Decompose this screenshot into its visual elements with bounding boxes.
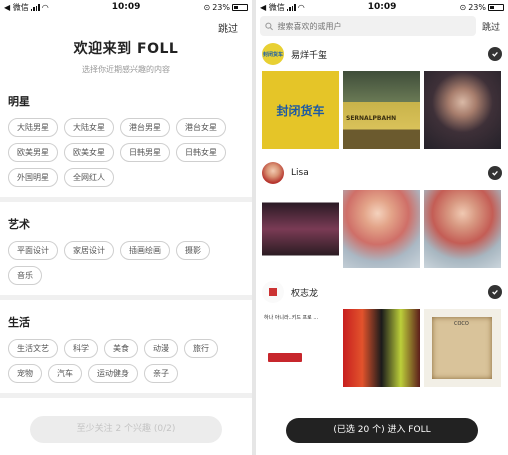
signal-icon (286, 3, 296, 11)
interest-chip[interactable]: 大陆女星 (64, 118, 114, 137)
user-card: 封闭货车 易烊千玺 封闭货车 SERNALPBAHN (256, 41, 508, 149)
skip-button[interactable]: 跳过 (218, 20, 238, 35)
interest-chip[interactable]: 运动健身 (88, 364, 138, 383)
interest-chip[interactable]: 日韩男星 (120, 143, 170, 162)
section-divider (0, 197, 252, 202)
interest-chip[interactable]: 生活文艺 (8, 339, 58, 358)
user-name: 权志龙 (291, 288, 319, 299)
section-stars: 明星 大陆男星 大陆女星 港台男星 港台女星 欧美男星 欧美女星 日韩男星 日韩… (0, 93, 252, 187)
carrier-label: ◀ 微信 (4, 2, 29, 12)
battery-icon (487, 3, 504, 11)
user-card: 权志龙 하나 아니라..키드 프로 ... COCO (256, 279, 508, 387)
chip-list: 生活文艺 科学 美食 动漫 旅行 宠物 汽车 运动健身 亲子 (8, 339, 244, 383)
interest-chip[interactable]: 汽车 (48, 364, 82, 383)
interest-chip[interactable]: 宠物 (8, 364, 42, 383)
avatar: 封闭货车 (262, 43, 284, 65)
interest-chip[interactable]: 全网红人 (64, 168, 114, 187)
interest-chip[interactable]: 平面设计 (8, 241, 58, 260)
section-divider (0, 393, 252, 398)
interest-chip[interactable]: 欧美女星 (64, 143, 114, 162)
photo-row: 封闭货车 SERNALPBAHN (262, 71, 502, 149)
interest-chip[interactable]: 旅行 (184, 339, 218, 358)
interest-chip[interactable]: 外国明星 (8, 168, 58, 187)
section-title: 生活 (8, 316, 30, 329)
photo-row: 하나 아니라..키드 프로 ... COCO (262, 309, 502, 387)
interest-chip[interactable]: 日韩女星 (176, 143, 226, 162)
section-title: 艺术 (8, 218, 30, 231)
section-life: 生活 生活文艺 科学 美食 动漫 旅行 宠物 汽车 运动健身 亲子 (0, 314, 252, 383)
chip-list: 平面设计 家居设计 插画绘画 摄影 音乐 (8, 241, 244, 285)
wifi-icon: ◠ (41, 2, 49, 12)
interest-chip[interactable]: 亲子 (144, 364, 178, 383)
battery-icon (231, 3, 248, 11)
photo-caption: COCO (454, 321, 469, 327)
interest-chip[interactable]: 大陆男星 (8, 118, 58, 137)
selected-check-icon[interactable] (488, 285, 502, 299)
status-bar: ◀ 微信 ◠ 10:09 ⊙ 23% (256, 0, 508, 14)
photo-caption: 하나 아니라..키드 프로 ... (264, 315, 319, 321)
recommended-users-screen: ◀ 微信 ◠ 10:09 ⊙ 23% 跳过 封闭货车 易烊千玺 (256, 0, 508, 455)
post-photo[interactable] (343, 190, 420, 268)
chip-list: 大陆男星 大陆女星 港台男星 港台女星 欧美男星 欧美女星 日韩男星 日韩女星 … (8, 118, 244, 187)
usb-drive-image (268, 353, 302, 362)
enter-foll-button[interactable]: (已选 20 个) 进入 FOLL (286, 418, 478, 443)
carrier-label: ◀ 微信 (260, 2, 285, 12)
peaceminusone-icon (269, 288, 277, 296)
status-bar: ◀ 微信 ◠ 10:09 ⊙ 23% (0, 0, 252, 14)
status-time: 10:09 (367, 2, 397, 12)
interest-chip[interactable]: 科学 (64, 339, 98, 358)
interest-chip[interactable]: 港台男星 (120, 118, 170, 137)
section-art: 艺术 平面设计 家居设计 插画绘画 摄影 音乐 (0, 216, 252, 285)
selected-check-icon[interactable] (488, 47, 502, 61)
page-title: 欢迎来到 FOLL (73, 41, 179, 57)
selected-check-icon[interactable] (488, 166, 502, 180)
skip-button[interactable]: 跳过 (482, 20, 500, 33)
interest-chip[interactable]: 动漫 (144, 339, 178, 358)
top-bar: 跳过 (256, 14, 508, 36)
post-photo[interactable] (262, 190, 339, 268)
post-photo[interactable]: COCO (424, 309, 501, 387)
wifi-icon: ◠ (297, 2, 305, 12)
interest-chip[interactable]: 家居设计 (64, 241, 114, 260)
avatar (262, 281, 284, 303)
search-input[interactable] (277, 21, 471, 31)
battery-percent: 23% (468, 2, 486, 12)
battery-percent: 23% (212, 2, 230, 12)
continue-button[interactable]: 至少关注 2 个兴趣 (0/2) (30, 416, 222, 443)
post-photo[interactable]: 하나 아니라..키드 프로 ... (262, 309, 339, 387)
interest-selection-screen: ◀ 微信 ◠ 10:09 ⊙ 23% 跳过 欢迎来到 FOLL 选择你近期感兴趣… (0, 0, 252, 455)
interest-chip[interactable]: 美食 (104, 339, 138, 358)
section-title: 明星 (8, 95, 30, 108)
photo-row (262, 190, 502, 268)
search-icon (265, 22, 273, 30)
user-name: 易烊千玺 (291, 50, 328, 61)
alarm-icon: ⊙ (203, 2, 211, 12)
page-subtitle: 选择你近期感兴趣的内容 (82, 65, 170, 74)
photo-caption: 封闭货车 (276, 103, 325, 118)
interest-chip[interactable]: 插画绘画 (120, 241, 170, 260)
user-header[interactable]: 封闭货车 易烊千玺 (262, 41, 502, 67)
user-name: Lisa (291, 168, 309, 178)
post-photo[interactable]: 封闭货车 (262, 71, 339, 149)
avatar-text: 封闭货车 (262, 51, 283, 58)
section-divider (0, 295, 252, 300)
user-header[interactable]: 权志龙 (262, 279, 502, 305)
post-photo[interactable]: SERNALPBAHN (343, 71, 420, 149)
avatar (262, 162, 284, 184)
interest-chip[interactable]: 摄影 (176, 241, 210, 260)
interest-chip[interactable]: 音乐 (8, 266, 42, 285)
photo-caption: SERNALPBAHN (346, 115, 397, 122)
status-time: 10:09 (111, 2, 141, 12)
alarm-icon: ⊙ (459, 2, 467, 12)
interest-chip[interactable]: 港台女星 (176, 118, 226, 137)
post-photo[interactable] (424, 71, 501, 149)
interest-chip[interactable]: 欧美男星 (8, 143, 58, 162)
user-header[interactable]: Lisa (262, 160, 502, 186)
signal-icon (30, 3, 40, 11)
user-card: Lisa (256, 160, 508, 268)
post-photo[interactable] (343, 309, 420, 387)
search-box[interactable] (260, 16, 476, 36)
post-photo[interactable] (424, 190, 501, 268)
